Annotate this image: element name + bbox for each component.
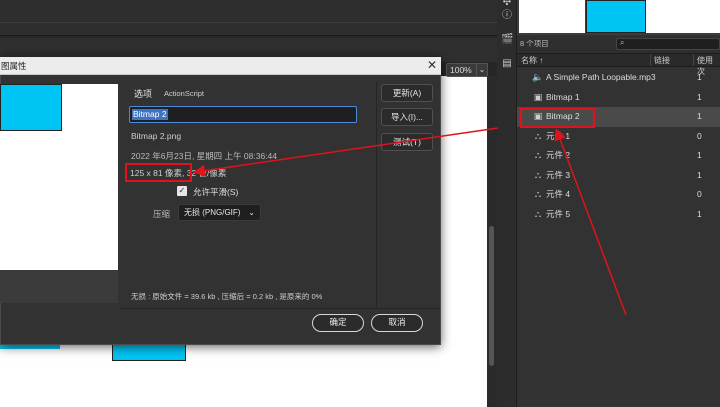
- annotation-arrow: [193, 127, 499, 177]
- annotation-arrow: [554, 128, 627, 316]
- annotation-arrows: [193, 127, 627, 316]
